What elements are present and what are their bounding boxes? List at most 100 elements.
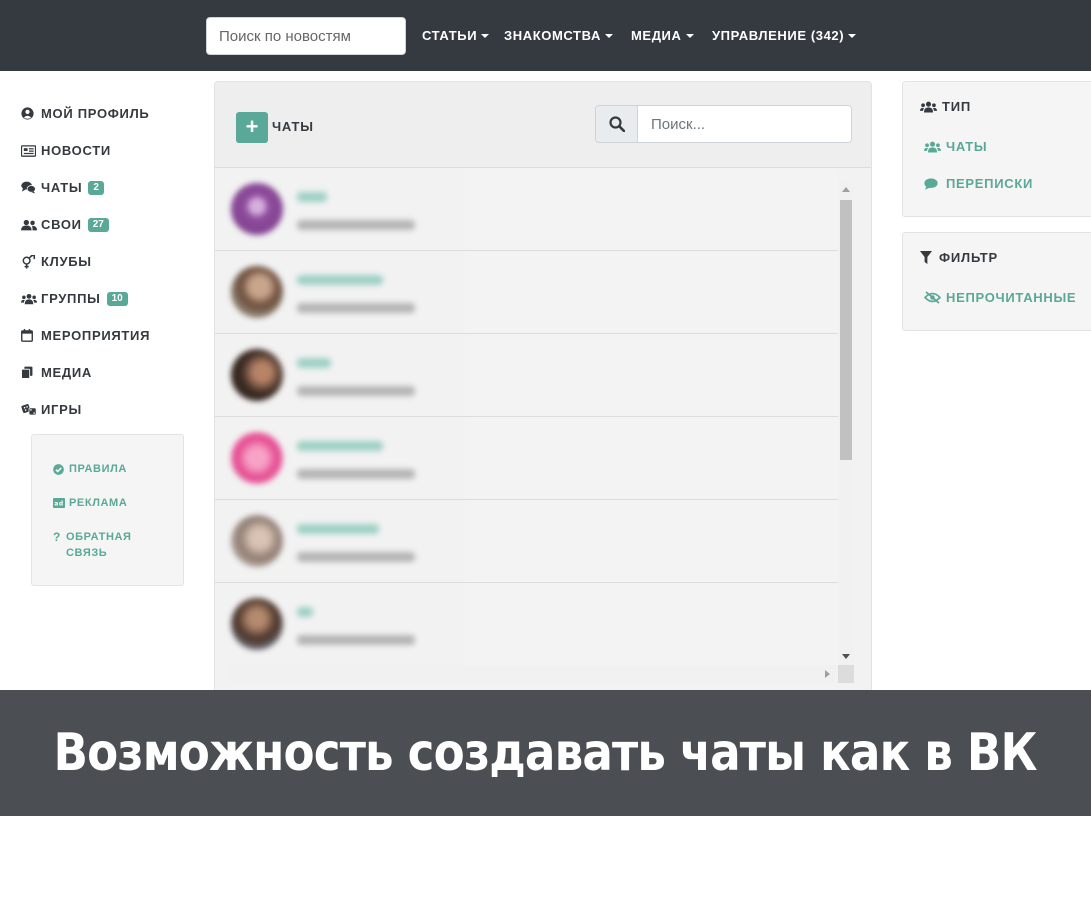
- nav-articles-label: СТАТЬИ: [422, 28, 478, 43]
- blurred-chat-name: [297, 358, 331, 368]
- search-button[interactable]: [596, 106, 638, 142]
- type-panel: ТИП ЧАТЫ ПЕРЕПИСКИ: [902, 81, 1091, 217]
- sidebar-item-games[interactable]: ИГРЫ: [21, 391, 201, 428]
- avatar: [231, 515, 283, 567]
- add-chat-button[interactable]: +: [236, 112, 268, 143]
- chat-list-item[interactable]: [215, 500, 838, 583]
- chat-list-item[interactable]: [215, 334, 838, 417]
- copy-icon: [21, 366, 37, 380]
- chat-list-item[interactable]: [215, 168, 838, 251]
- avatar: [231, 183, 283, 235]
- row-background: [465, 417, 838, 499]
- feedback-link[interactable]: ? ОБРАТНАЯ СВЯЗЬ: [53, 529, 163, 561]
- nav-media-label: МЕДИА: [631, 28, 682, 43]
- blurred-chat-name: [297, 275, 383, 285]
- sidebar-item-label: МЕРОПРИЯТИЯ: [41, 328, 151, 343]
- sidebar-item-media[interactable]: МЕДИА: [21, 354, 201, 391]
- row-background: [465, 168, 838, 250]
- search-icon: [608, 116, 625, 132]
- user-circle-icon: [21, 107, 37, 121]
- type-title-label: ТИП: [942, 99, 972, 114]
- type-conversations-link[interactable]: ПЕРЕПИСКИ: [924, 176, 1033, 191]
- chats-panel-header: + ЧАТЫ: [215, 82, 871, 168]
- chat-list-item[interactable]: [215, 417, 838, 500]
- gender-icon: [21, 254, 37, 269]
- type-chats-label: ЧАТЫ: [946, 139, 988, 154]
- sidebar-item-clubs[interactable]: КЛУБЫ: [21, 243, 201, 280]
- blurred-chat-name: [297, 441, 383, 451]
- nav-dating-label: ЗНАКОМСТВА: [504, 28, 601, 43]
- news-search-input[interactable]: [206, 17, 406, 55]
- ads-link[interactable]: ad РЕКЛАМА: [53, 495, 127, 511]
- nav-articles-dropdown[interactable]: СТАТЬИ: [422, 28, 490, 43]
- filter-panel-title: ФИЛЬТР: [920, 250, 998, 265]
- nav-media-dropdown[interactable]: МЕДИА: [631, 28, 694, 43]
- eye-slash-icon: [924, 291, 942, 304]
- nav-management-dropdown[interactable]: УПРАВЛЕНИЕ (342): [712, 28, 857, 43]
- users-icon: [924, 141, 942, 153]
- scrollbar-corner: [838, 665, 854, 683]
- caret-down-icon: [685, 33, 694, 38]
- check-circle-icon: [53, 461, 66, 477]
- scroll-down-arrow-icon[interactable]: [842, 654, 850, 659]
- avatar: [231, 349, 283, 401]
- sidebar-item-label: ГРУППЫ: [41, 291, 101, 306]
- chat-list[interactable]: [215, 168, 838, 665]
- scroll-right-arrow-icon[interactable]: [825, 670, 830, 678]
- caret-down-icon: [848, 33, 857, 38]
- scroll-up-arrow-icon[interactable]: [842, 187, 850, 192]
- page: СТАТЬИ ЗНАКОМСТВА МЕДИА УПРАВЛЕНИЕ (342)…: [0, 0, 1091, 904]
- sidebar-item-label: КЛУБЫ: [41, 254, 92, 269]
- filter-panel: ФИЛЬТР НЕПРОЧИТАННЫЕ: [902, 232, 1091, 331]
- sidebar-item-events[interactable]: МЕРОПРИЯТИЯ: [21, 317, 201, 354]
- chats-panel: + ЧАТЫ: [214, 81, 872, 701]
- blurred-chat-name: [297, 524, 379, 534]
- type-chats-link[interactable]: ЧАТЫ: [924, 139, 987, 154]
- chat-list-item[interactable]: [215, 583, 838, 665]
- rules-link[interactable]: ПРАВИЛА: [53, 461, 127, 477]
- sidebar-item-label: МОЙ ПРОФИЛЬ: [41, 106, 150, 121]
- row-background: [465, 251, 838, 333]
- sidebar-item-news[interactable]: НОВОСТИ: [21, 132, 201, 169]
- row-background: [465, 583, 838, 665]
- sidebar-item-label: СВОИ: [41, 217, 82, 232]
- row-background: [465, 500, 838, 582]
- nav-dating-dropdown[interactable]: ЗНАКОМСТВА: [504, 28, 613, 43]
- nav-management-label: УПРАВЛЕНИЕ (342): [712, 28, 845, 43]
- newspaper-icon: [21, 144, 37, 158]
- filter-unread-label: НЕПРОЧИТАННЫЕ: [946, 290, 1077, 305]
- blurred-chat-meta: [297, 469, 415, 479]
- chats-count-badge: 2: [88, 180, 104, 195]
- sidebar-item-profile[interactable]: МОЙ ПРОФИЛЬ: [21, 95, 201, 132]
- sidebar-item-chats[interactable]: ЧАТЫ 2: [21, 169, 201, 206]
- chat-search-group: [595, 105, 852, 143]
- ads-label: РЕКЛАМА: [69, 497, 128, 509]
- caret-down-icon: [604, 33, 613, 38]
- sidebar-item-friends[interactable]: СВОИ 27: [21, 206, 201, 243]
- blurred-chat-name: [297, 192, 327, 202]
- chats-title: ЧАТЫ: [272, 119, 314, 134]
- users-icon: [920, 101, 938, 113]
- blurred-chat-meta: [297, 303, 415, 313]
- sidebar-item-label: ЧАТЫ: [41, 180, 83, 195]
- sidebar-item-groups[interactable]: ГРУППЫ 10: [21, 280, 201, 317]
- chat-search-input[interactable]: [639, 106, 851, 142]
- type-conversations-label: ПЕРЕПИСКИ: [946, 176, 1034, 191]
- horizontal-scrollbar[interactable]: [227, 665, 835, 683]
- filter-title-label: ФИЛЬТР: [939, 250, 999, 265]
- user-friends-icon: [21, 218, 37, 232]
- vertical-scrollbar[interactable]: [838, 182, 854, 665]
- comment-icon: [924, 177, 942, 190]
- left-sidebar: МОЙ ПРОФИЛЬ НОВОСТИ ЧАТЫ 2 СВОИ 27 КЛУБЫ…: [21, 95, 201, 428]
- sidebar-item-label: ИГРЫ: [41, 402, 82, 417]
- scrollbar-thumb[interactable]: [840, 200, 852, 460]
- svg-text:ad: ad: [54, 501, 64, 508]
- friends-count-badge: 27: [87, 217, 109, 232]
- promo-banner: Возможность создавать чаты как в ВК: [0, 690, 1091, 816]
- info-links-card: ПРАВИЛА ad РЕКЛАМА ? ОБРАТНАЯ СВЯЗЬ: [31, 434, 184, 586]
- filter-unread-link[interactable]: НЕПРОЧИТАННЫЕ: [924, 290, 1076, 305]
- avatar: [231, 598, 283, 650]
- blurred-chat-meta: [297, 635, 415, 645]
- filter-icon: [920, 251, 935, 264]
- chat-list-item[interactable]: [215, 251, 838, 334]
